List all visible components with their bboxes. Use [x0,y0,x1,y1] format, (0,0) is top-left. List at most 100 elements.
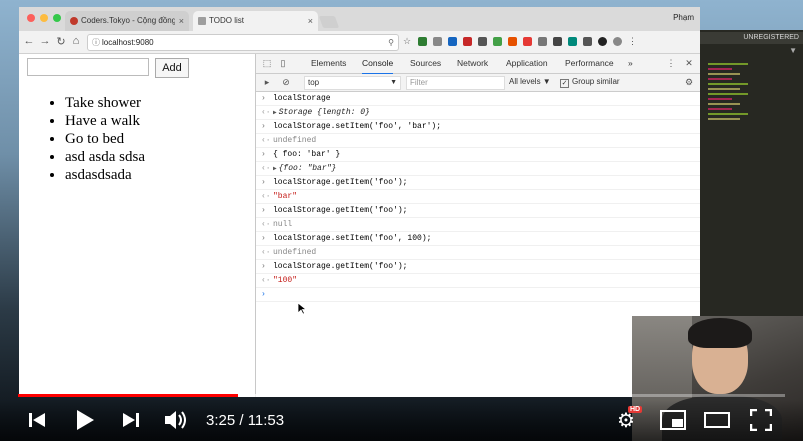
info-icon[interactable]: ⓘ [92,35,100,50]
clear-console-icon[interactable]: ⊘ [281,77,291,87]
extension-icon[interactable] [583,37,592,46]
search-icon[interactable]: ⚲ [388,35,394,50]
close-window-icon[interactable] [27,14,35,22]
coders-tokyo-favicon-icon [70,17,78,25]
fullscreen-icon[interactable] [750,409,772,431]
inspect-element-icon[interactable]: ⬚ [262,58,272,68]
extension-icon[interactable] [418,37,427,46]
console-input-row: › localStorage [256,92,700,106]
menu-icon[interactable]: ⋮ [628,37,637,46]
todo-input[interactable] [27,58,149,76]
console-text: localStorage.getItem('foo'); [273,178,408,187]
tab-network[interactable]: Network [457,54,488,73]
expand-triangle-icon[interactable]: ▶ [273,109,277,116]
tab-performance[interactable]: Performance [565,54,614,73]
sidebar-toggle-icon[interactable]: ▸ [262,77,272,87]
next-icon[interactable] [122,411,140,429]
previous-icon[interactable] [28,411,46,429]
extension-icon[interactable] [508,37,517,46]
extension-icon[interactable] [523,37,532,46]
list-item: Go to bed [65,130,145,148]
close-tab-icon[interactable]: × [179,11,184,31]
expand-triangle-icon[interactable]: ▶ [273,165,277,172]
device-toolbar-icon[interactable]: ▯ [278,58,288,68]
prompt-chevron-icon: › [261,262,266,271]
minimize-window-icon[interactable] [40,14,48,22]
console-text: {foo: "bar"} [278,164,337,173]
add-button[interactable]: Add [155,58,189,78]
miniplayer-icon[interactable] [660,410,686,430]
chevron-down-icon[interactable]: ▼ [789,46,797,55]
more-tabs-button[interactable]: » [628,54,633,73]
console-text: null [273,220,293,229]
result-arrow-icon: ‹· [261,136,271,145]
forward-icon[interactable]: → [39,35,51,47]
list-item: asd asda sdsa [65,148,145,166]
close-tab-icon[interactable]: × [308,11,313,31]
window-controls [27,14,61,22]
log-levels-dropdown[interactable]: All levels ▼ [509,76,551,88]
list-item: asdasdsada [65,166,145,184]
tab-application[interactable]: Application [506,54,548,73]
close-devtools-icon[interactable]: ✕ [684,58,694,68]
context-select[interactable]: top ▼ [304,76,401,90]
tab-title: Coders.Tokyo - Cộng đồng học [81,16,175,25]
extension-icon[interactable] [598,37,607,46]
hd-badge: HD [628,406,643,413]
extension-icon[interactable] [538,37,547,46]
console-output-row[interactable]: ‹· ▶ Storage {length: 0} [256,106,700,120]
prompt-chevron-icon: › [261,94,266,103]
tab-coders-tokyo[interactable]: Coders.Tokyo - Cộng đồng học × [65,11,189,31]
todo-page: Add Take shower Have a walk Go to bed as… [19,54,255,397]
new-tab-button[interactable] [318,16,340,28]
console-text: localStorage.setItem('foo', 100); [273,234,432,243]
context-value: top [308,78,320,87]
filter-input[interactable]: Filter [406,76,505,90]
extension-icon[interactable] [448,37,457,46]
console-output-row[interactable]: ‹· ▶ {foo: "bar"} [256,162,700,176]
devtools-menu-icon[interactable]: ⋮ [666,58,676,68]
tab-console[interactable]: Console [362,54,394,75]
console-input-row: › localStorage.setItem('foo', 100); [256,232,700,246]
extension-icon[interactable] [478,37,487,46]
group-similar-toggle[interactable]: ✓ Group similar [560,76,620,88]
result-arrow-icon: ‹· [261,192,271,201]
extension-icon[interactable] [493,37,502,46]
console-input-row: › localStorage.getItem('foo'); [256,260,700,274]
browser-window: Coders.Tokyo - Cộng đồng học × TODO list… [19,7,700,397]
reload-icon[interactable]: ↻ [55,35,67,48]
tab-todo-list[interactable]: TODO list × [193,11,318,31]
extension-icon[interactable] [553,37,562,46]
extension-icon[interactable] [613,37,622,46]
page-favicon-icon [198,17,206,25]
console-output-row: ‹· "100" [256,274,700,288]
console-output-row: ‹· undefined [256,134,700,148]
console-output: › localStorage ‹· ▶ Storage {length: 0} › loca… [256,92,700,302]
profile-name[interactable]: Phạm [673,13,694,22]
home-icon[interactable]: ⌂ [70,35,82,47]
bookmark-star-icon[interactable]: ☆ [403,37,412,46]
console-input-row: › localStorage.getItem('foo'); [256,204,700,218]
back-icon[interactable]: ← [23,35,35,47]
console-prompt[interactable]: › [256,288,700,302]
volume-icon[interactable] [164,409,188,431]
tab-sources[interactable]: Sources [410,54,441,73]
play-icon[interactable] [74,409,96,431]
result-arrow-icon: ‹· [261,164,271,173]
extension-icon[interactable] [433,37,442,46]
checkbox-checked-icon[interactable]: ✓ [560,79,569,88]
todo-list: Take shower Have a walk Go to bed asd as… [45,94,145,184]
devtools-tab-bar: ⬚ ▯ Elements Console Sources Network App… [256,54,700,75]
address-bar[interactable]: ⓘ localhost:9080 ⚲ [87,34,399,51]
theater-mode-icon[interactable] [704,412,730,428]
tab-elements[interactable]: Elements [311,54,346,73]
code-minimap [708,60,748,123]
extension-icon[interactable] [463,37,472,46]
maximize-window-icon[interactable] [53,14,61,22]
console-text: undefined [273,136,317,145]
chevron-down-icon: ▼ [390,79,397,86]
video-progress-bar[interactable] [18,394,785,397]
extension-icon[interactable] [568,37,577,46]
gear-icon[interactable]: ⚙ [684,77,694,87]
console-text: localStorage.getItem('foo'); [273,262,408,271]
